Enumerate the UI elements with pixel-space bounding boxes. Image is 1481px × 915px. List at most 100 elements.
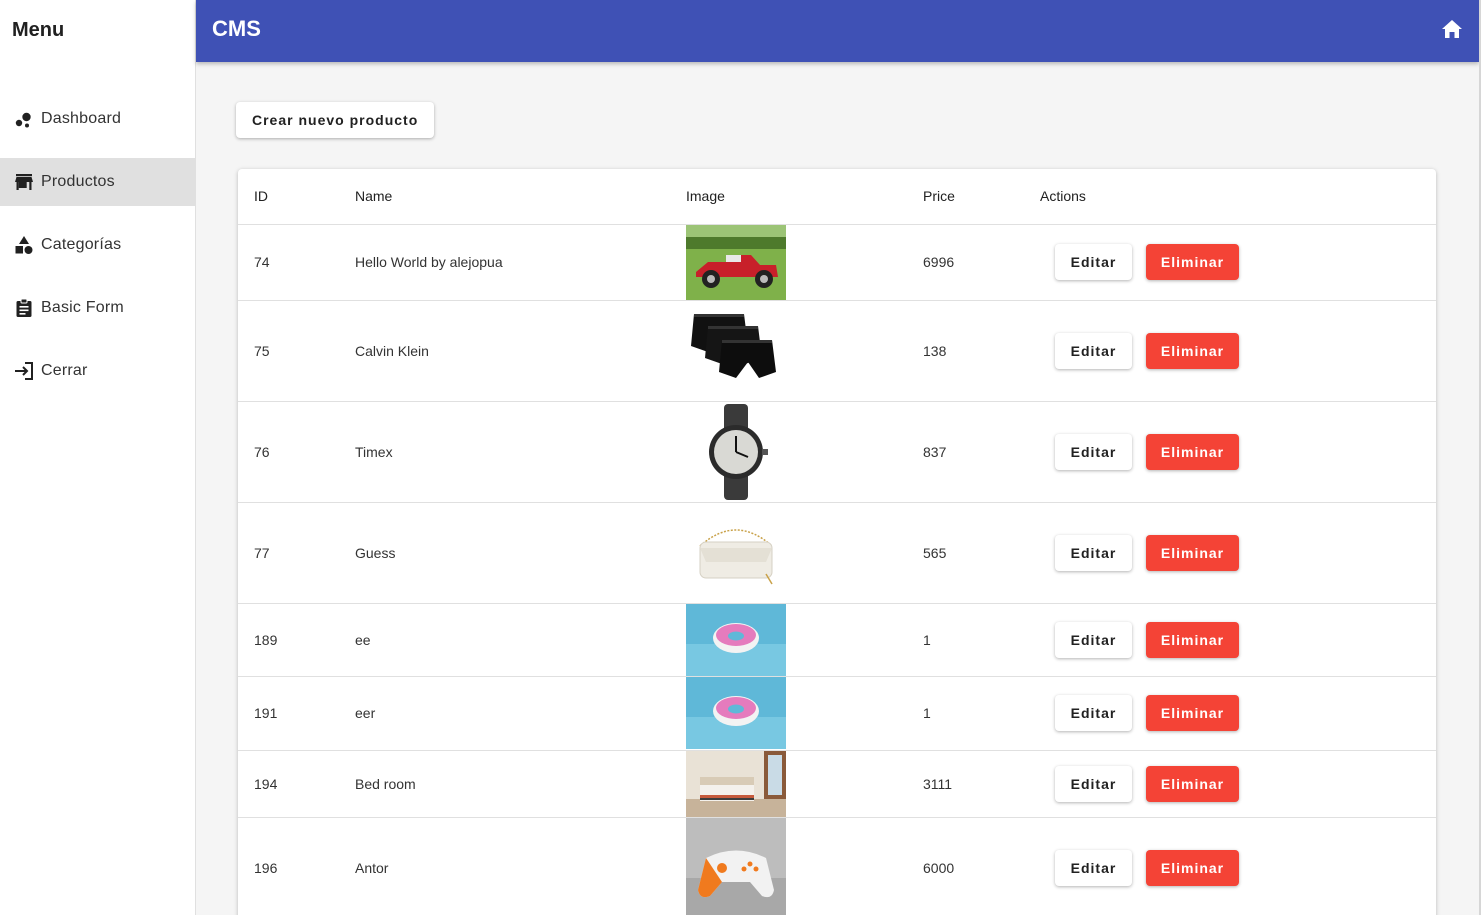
table-header-row: ID Name Image Price Actions (238, 169, 1436, 225)
cell-price: 138 (923, 300, 1040, 402)
cell-image (686, 300, 923, 402)
cell-price: 6996 (923, 224, 1040, 301)
product-image-game-controller (686, 817, 786, 915)
cell-actions: Editar Eliminar (1040, 603, 1436, 677)
table-row: 74 Hello World by alejopua 6996 Editar El… (238, 224, 1436, 301)
cell-name: Timex (355, 401, 686, 503)
sidebar-item-basic-form[interactable]: Basic Form (0, 284, 195, 332)
product-image-boxer-briefs (686, 305, 786, 396)
sidebar: Menu Dashboard Productos Categorías Basi… (0, 0, 196, 915)
sidebar-title: Menu (12, 19, 65, 41)
cell-image (686, 750, 923, 818)
table-row: 196 Antor 6000 Editar Eliminar (238, 817, 1436, 915)
sidebar-item-label: Productos (41, 173, 115, 190)
delete-button[interactable]: Eliminar (1146, 849, 1239, 886)
table-row: 189 ee 1 Editar Eliminar (238, 603, 1436, 677)
table-row: 75 Calvin Klein 138 Editar Eliminar (238, 300, 1436, 402)
product-image-red-car (686, 224, 786, 300)
product-image-bedroom (686, 750, 786, 817)
column-header-name[interactable]: Name (355, 169, 686, 225)
cell-image (686, 676, 923, 751)
edit-button[interactable]: Editar (1055, 332, 1132, 369)
cell-price: 1 (923, 676, 1040, 751)
cell-id: 196 (238, 817, 355, 915)
cell-name: Bed room (355, 750, 686, 818)
bubble-chart-icon (13, 108, 35, 130)
cell-price: 3111 (923, 750, 1040, 818)
column-header-price[interactable]: Price (923, 169, 1040, 225)
cell-actions: Editar Eliminar (1040, 676, 1436, 751)
cell-id: 189 (238, 603, 355, 677)
sidebar-nav: Dashboard Productos Categorías Basic For… (0, 95, 195, 410)
product-image-watch (686, 401, 786, 502)
cell-price: 1 (923, 603, 1040, 677)
edit-button[interactable]: Editar (1055, 534, 1132, 571)
app-bar: CMS (196, 0, 1479, 62)
sidebar-item-label: Basic Form (41, 299, 124, 316)
app-title: CMS (212, 16, 261, 41)
products-table-card: ID Name Image Price Actions 74 Hello Wor… (238, 169, 1436, 915)
sidebar-item-label: Cerrar (41, 362, 88, 379)
cell-name: ee (355, 603, 686, 677)
cell-name: Guess (355, 502, 686, 604)
delete-button[interactable]: Eliminar (1146, 765, 1239, 802)
edit-button[interactable]: Editar (1055, 695, 1132, 731)
cell-name: eer (355, 676, 686, 751)
clipboard-icon (13, 297, 35, 319)
cell-price: 6000 (923, 817, 1040, 915)
table-row: 76 Timex 837 Editar Eliminar (238, 401, 1436, 503)
cell-id: 76 (238, 401, 355, 503)
cell-actions: Editar Eliminar (1040, 750, 1436, 818)
edit-button[interactable]: Editar (1055, 849, 1132, 886)
edit-button[interactable]: Editar (1055, 433, 1132, 470)
create-product-button[interactable]: Crear nuevo producto (236, 102, 435, 138)
delete-button[interactable]: Eliminar (1146, 621, 1239, 658)
store-icon (13, 171, 35, 193)
cell-actions: Editar Eliminar (1040, 224, 1436, 301)
sidebar-item-label: Categorías (41, 236, 122, 253)
home-button[interactable] (1439, 18, 1465, 44)
table-row: 194 Bed room 3111 Editar Eliminar (238, 750, 1436, 818)
column-header-actions: Actions (1040, 169, 1436, 225)
sidebar-item-productos[interactable]: Productos (0, 158, 195, 206)
edit-button[interactable]: Editar (1055, 244, 1132, 280)
cell-image (686, 603, 923, 677)
delete-button[interactable]: Eliminar (1146, 433, 1239, 470)
cell-name: Antor (355, 817, 686, 915)
delete-button[interactable]: Eliminar (1146, 244, 1239, 280)
cell-name: Calvin Klein (355, 300, 686, 402)
logout-icon (13, 360, 35, 382)
delete-button[interactable]: Eliminar (1146, 534, 1239, 571)
sidebar-item-dashboard[interactable]: Dashboard (0, 95, 195, 143)
edit-button[interactable]: Editar (1055, 765, 1132, 802)
table-row: 191 eer 1 Editar Eliminar (238, 676, 1436, 751)
column-header-id[interactable]: ID (238, 169, 355, 225)
cell-actions: Editar Eliminar (1040, 817, 1436, 915)
cell-image (686, 502, 923, 604)
product-image-pool-float (686, 603, 786, 676)
cell-id: 75 (238, 300, 355, 402)
cell-price: 837 (923, 401, 1040, 503)
cell-actions: Editar Eliminar (1040, 401, 1436, 503)
cell-image (686, 224, 923, 301)
table-row: 77 Guess 565 Editar Eliminar (238, 502, 1436, 604)
products-table: ID Name Image Price Actions 74 Hello Wor… (238, 169, 1436, 915)
delete-button[interactable]: Eliminar (1146, 332, 1239, 369)
cell-name: Hello World by alejopua (355, 224, 686, 301)
sidebar-item-label: Dashboard (41, 110, 122, 127)
cell-id: 77 (238, 502, 355, 604)
cell-image (686, 401, 923, 503)
cell-price: 565 (923, 502, 1040, 604)
column-header-image[interactable]: Image (686, 169, 923, 225)
cell-id: 74 (238, 224, 355, 301)
home-icon (1441, 19, 1463, 44)
cell-image (686, 817, 923, 915)
sidebar-item-categorias[interactable]: Categorías (0, 221, 195, 269)
product-image-handbag (686, 517, 786, 588)
delete-button[interactable]: Eliminar (1146, 695, 1239, 731)
cell-id: 194 (238, 750, 355, 818)
sidebar-item-cerrar[interactable]: Cerrar (0, 347, 195, 395)
cell-actions: Editar Eliminar (1040, 300, 1436, 402)
cell-actions: Editar Eliminar (1040, 502, 1436, 604)
edit-button[interactable]: Editar (1055, 621, 1132, 658)
